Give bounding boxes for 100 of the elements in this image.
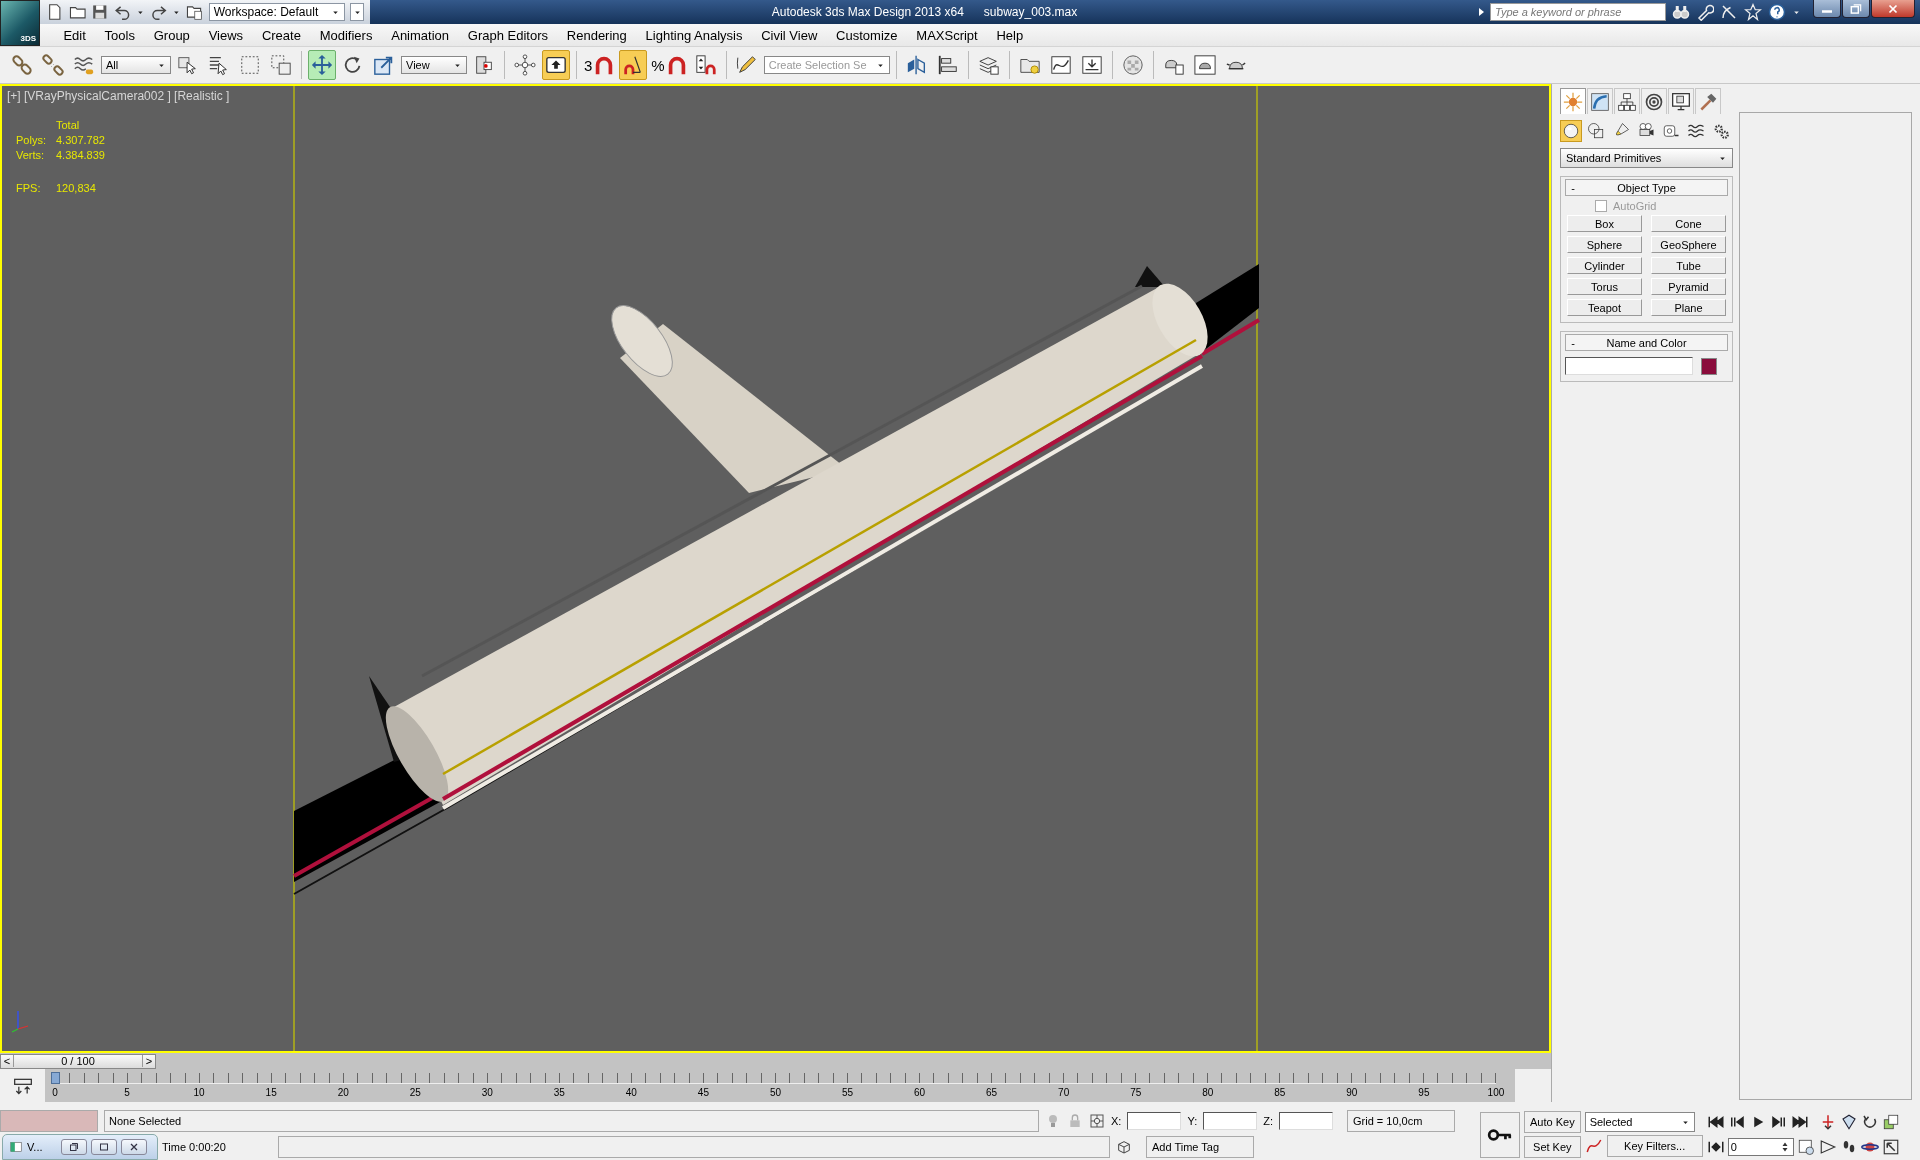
tick-label: 55 (841, 1087, 854, 1098)
magnet-button[interactable]: 3 (583, 50, 617, 80)
primitive-button[interactable]: GeoSphere (1651, 236, 1726, 253)
stats-value: 120,834 (56, 182, 97, 194)
y-coordinate-field[interactable] (1203, 1111, 1258, 1130)
menu-item[interactable]: Lighting Analysis (636, 25, 752, 45)
primitive-button[interactable]: Cylinder (1567, 257, 1642, 274)
rollout-header[interactable]: - Object Type (1565, 179, 1728, 196)
script-listener-field[interactable] (0, 1109, 98, 1132)
primitive-button[interactable]: Torus (1567, 278, 1642, 295)
x-coordinate-field[interactable] (1127, 1111, 1182, 1130)
add-time-tag-button[interactable]: Add Time Tag (1146, 1135, 1254, 1158)
menu-item[interactable]: Group (144, 25, 200, 45)
up-arrow-button[interactable] (542, 50, 570, 80)
next-frame-button[interactable]: > (143, 1054, 155, 1068)
triangle-arrow-icon[interactable] (1818, 1138, 1837, 1156)
boxes-icon[interactable] (1881, 1113, 1900, 1131)
star-icon[interactable] (1744, 3, 1762, 21)
document-icon[interactable] (46, 3, 64, 21)
primitive-button[interactable]: Box (1567, 215, 1642, 232)
redo-icon[interactable] (149, 3, 168, 21)
menu-item[interactable]: Modifiers (310, 25, 382, 45)
primitive-button[interactable]: Pyramid (1651, 278, 1726, 295)
auto-key-button[interactable]: Auto Key (1524, 1111, 1581, 1133)
move-icon (311, 54, 333, 76)
menu-item[interactable]: MAXScript (906, 25, 988, 45)
binoculars-icon[interactable] (1672, 3, 1690, 21)
magnet-button[interactable]: % (650, 50, 689, 80)
hierarchy-icon (1617, 91, 1637, 112)
expand-arrow-icon[interactable] (1479, 8, 1484, 16)
menu-item[interactable]: Graph Editors (458, 25, 558, 45)
stats-header: Total (56, 119, 81, 131)
menu-item[interactable]: Tools (95, 25, 145, 45)
toolbar-options-button[interactable] (350, 3, 364, 21)
menu-item[interactable]: Edit (54, 25, 96, 45)
previous-frame-button[interactable]: < (1, 1054, 13, 1068)
color-swatch[interactable] (1701, 357, 1717, 375)
project-folder-icon[interactable] (186, 3, 204, 21)
floppy-icon[interactable] (91, 3, 109, 21)
name-field[interactable] (1565, 357, 1693, 375)
maximize-button[interactable] (91, 1139, 117, 1155)
move-button[interactable] (308, 50, 336, 80)
close-button[interactable] (1871, 0, 1915, 18)
set-key-mode-button[interactable]: Set Key (1524, 1136, 1581, 1158)
z-coordinate-field[interactable] (1279, 1111, 1333, 1130)
viewport-label[interactable]: [+] [VRayPhysicalCamera002 ] [Realistic ] (7, 89, 230, 103)
help-icon[interactable] (1768, 3, 1786, 21)
key-filters-button[interactable]: Key Filters... (1606, 1135, 1703, 1157)
minimize-button[interactable] (1813, 0, 1841, 18)
orbit-arrows-icon[interactable] (1860, 1113, 1879, 1131)
search-field[interactable]: Type a keyword or phrase (1490, 3, 1666, 21)
primitive-button[interactable]: Teapot (1567, 299, 1642, 316)
menu-item[interactable]: Views (199, 25, 253, 45)
primitive-button[interactable]: Plane (1651, 299, 1726, 316)
dropdown-value: All (106, 59, 119, 71)
panel-tab[interactable] (1668, 88, 1694, 114)
app-logo[interactable]: 3DS (0, 0, 40, 46)
angle-magnet-button[interactable] (619, 50, 648, 80)
spinner-magnet-icon (694, 54, 717, 76)
dropdown[interactable]: All (101, 56, 171, 74)
curve-icon[interactable] (1584, 1137, 1603, 1155)
stats-label: Polys: (16, 134, 47, 146)
key-set-dropdown[interactable]: Selected (1584, 1112, 1695, 1132)
set-key-button[interactable] (1480, 1111, 1520, 1158)
collapse-toggle[interactable]: - (1566, 181, 1580, 194)
dropdown-value: Standard Primitives (1566, 152, 1662, 164)
menu-item[interactable]: Help (987, 25, 1033, 45)
primitive-button[interactable]: Tube (1651, 257, 1726, 274)
dropdown[interactable]: View (401, 56, 467, 74)
viewport[interactable]: [+] [VRayPhysicalCamera002 ] [Realistic ] Total Polys: 4.307.782 Verts: 4.384.839 FPS: 120,834 (0, 84, 1551, 1053)
time-slider-thumb[interactable]: < 0 / 100 > (0, 1053, 156, 1069)
rollout-header[interactable]: - Name and Color (1565, 334, 1728, 351)
chain-icon (11, 54, 33, 76)
workspace-dropdown[interactable]: Workspace: Default (208, 3, 346, 21)
menu-item[interactable]: Animation (381, 25, 459, 45)
frame-field[interactable]: 0 (1727, 1138, 1794, 1156)
primitive-button[interactable]: Sphere (1567, 236, 1642, 253)
wrench-icon[interactable] (1696, 3, 1714, 21)
category-dropdown[interactable]: Standard Primitives (1560, 148, 1733, 168)
tick-label: 20 (337, 1087, 349, 1098)
menu-item[interactable]: Rendering (557, 25, 637, 45)
close-button[interactable] (121, 1139, 147, 1155)
panel-tab[interactable] (1641, 88, 1667, 114)
tick-label: 60 (914, 1087, 926, 1098)
minimized-window[interactable]: V... (2, 1134, 158, 1160)
panel-tab[interactable] (1695, 88, 1721, 114)
restore-button[interactable] (1842, 0, 1870, 18)
crosshair-icon[interactable] (1089, 1112, 1105, 1129)
primitive-button[interactable]: Cone (1651, 215, 1726, 232)
menu-item[interactable]: Customize (826, 25, 907, 45)
next-frame-icon[interactable] (1769, 1113, 1788, 1131)
collapse-toggle[interactable]: - (1566, 336, 1580, 349)
menu-item[interactable]: Civil View (751, 25, 827, 45)
menu-item[interactable]: Create (252, 25, 311, 45)
coordinate-label: Y: (1187, 1114, 1198, 1127)
restore-button[interactable] (61, 1139, 87, 1155)
time-config-icon[interactable] (1796, 1138, 1815, 1156)
go-to-start-icon[interactable] (1706, 1113, 1725, 1131)
nodes-icon (514, 54, 536, 76)
panel-tab[interactable] (1614, 88, 1640, 114)
